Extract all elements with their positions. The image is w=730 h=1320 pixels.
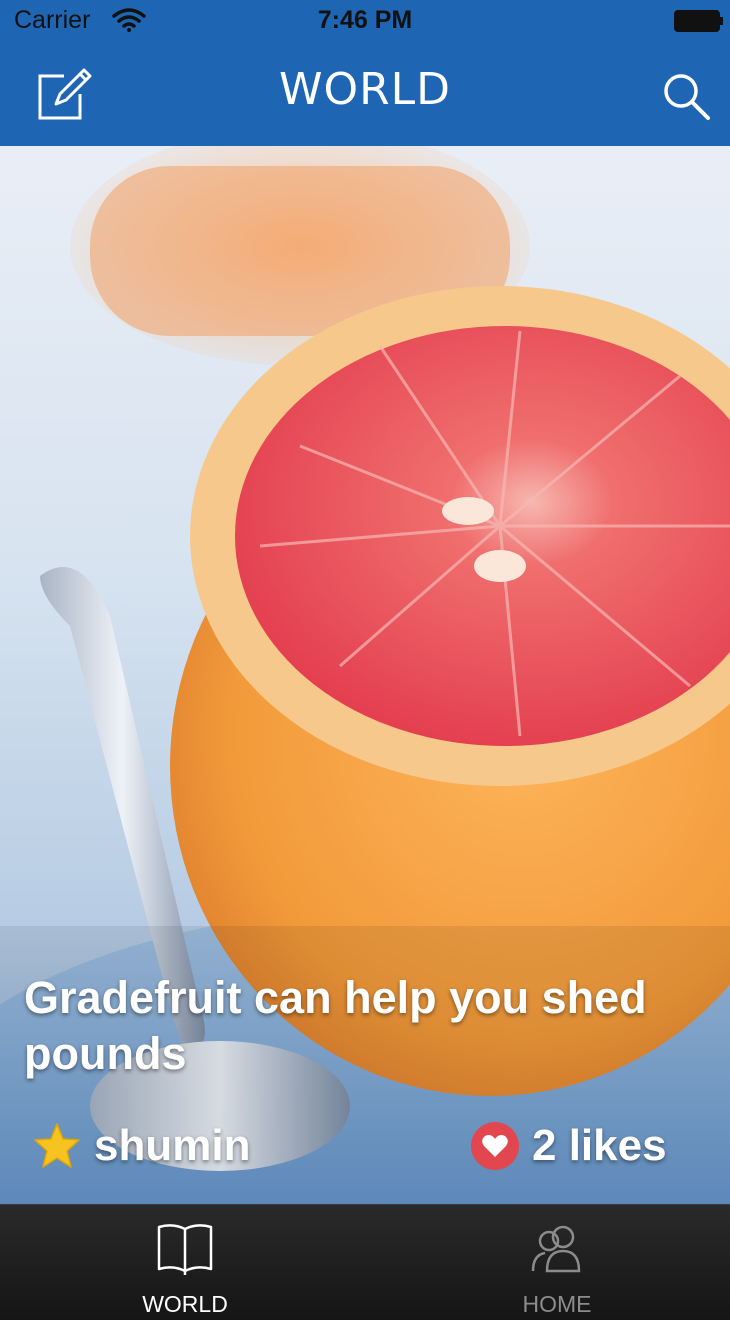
author-name: shumin: [94, 1121, 251, 1170]
like-button[interactable]: 2 likes: [470, 1118, 667, 1174]
tab-world[interactable]: WORLD: [85, 1205, 285, 1320]
tab-bar: WORLD HOME: [0, 1204, 730, 1320]
navigation-bar: WORLD: [0, 42, 730, 146]
likes-count: 2 likes: [532, 1121, 667, 1170]
post-author[interactable]: shumin: [32, 1118, 250, 1174]
heart-icon: [471, 1122, 519, 1170]
status-time: 7:46 PM: [317, 6, 413, 34]
tab-home[interactable]: HOME: [457, 1205, 657, 1320]
featured-post-card[interactable]: Gradefruit can help you shed pounds shum…: [0, 146, 730, 1204]
status-bar: Carrier 7:46 PM: [0, 0, 730, 42]
tab-home-label: HOME: [522, 1291, 592, 1317]
tab-world-label: WORLD: [142, 1291, 228, 1317]
battery-icon: [674, 10, 723, 32]
search-icon[interactable]: [660, 70, 712, 122]
star-icon: [34, 1123, 80, 1168]
book-icon: [157, 1224, 213, 1275]
post-title: Gradefruit can help you shed pounds: [24, 972, 647, 1079]
page-title: WORLD: [278, 64, 452, 115]
users-icon: [531, 1225, 581, 1273]
